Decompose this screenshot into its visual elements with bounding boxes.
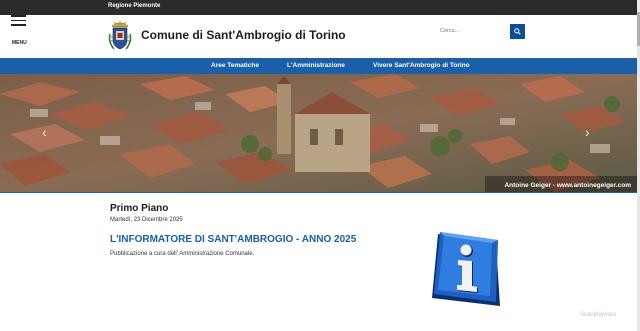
section-title: Primo Piano (110, 203, 169, 214)
carousel-next-icon[interactable]: › (585, 124, 597, 140)
scanmalware-watermark: ScanMalware (580, 312, 617, 318)
info-icon[interactable] (426, 230, 506, 310)
hero-carousel[interactable]: ‹ › Antoine Geiger - www.antoinegeiger.c… (0, 74, 637, 192)
region-link[interactable]: Regione Piemonte (108, 3, 160, 9)
news-summary: Pubblicazione a cura dell' Amministrazio… (110, 251, 255, 257)
search-button[interactable] (510, 24, 525, 39)
nav-item-vivere[interactable]: Vivere Sant'Ambrogio di Torino (373, 62, 470, 69)
top-bar: Regione Piemonte (0, 0, 640, 15)
search-icon (514, 28, 521, 35)
menu-label[interactable]: MENU (12, 40, 27, 46)
nav-item-amministrazione[interactable]: L'Amministrazione (287, 62, 345, 69)
main-navigation: Aree Tematiche L'Amministrazione Vivere … (0, 58, 637, 74)
site-title[interactable]: Comune di Sant'Ambrogio di Torino (141, 28, 346, 42)
municipal-crest-logo[interactable] (108, 20, 132, 52)
main-content: Primo Piano Martedì, 23 Dicembre 2025 L'… (0, 193, 637, 331)
hamburger-menu-icon[interactable] (11, 15, 27, 29)
search-input[interactable] (436, 23, 510, 38)
hero-aerial-photo (0, 74, 637, 192)
nav-item-aree-tematiche[interactable]: Aree Tematiche (211, 62, 259, 69)
carousel-prev-icon[interactable]: ‹ (42, 124, 54, 140)
photo-credit: Antoine Geiger - www.antoinegeiger.com (504, 182, 631, 189)
news-date: Martedì, 23 Dicembre 2025 (110, 217, 183, 223)
news-headline-link[interactable]: L'INFORMATORE DI SANT'AMBROGIO - ANNO 20… (110, 234, 356, 245)
